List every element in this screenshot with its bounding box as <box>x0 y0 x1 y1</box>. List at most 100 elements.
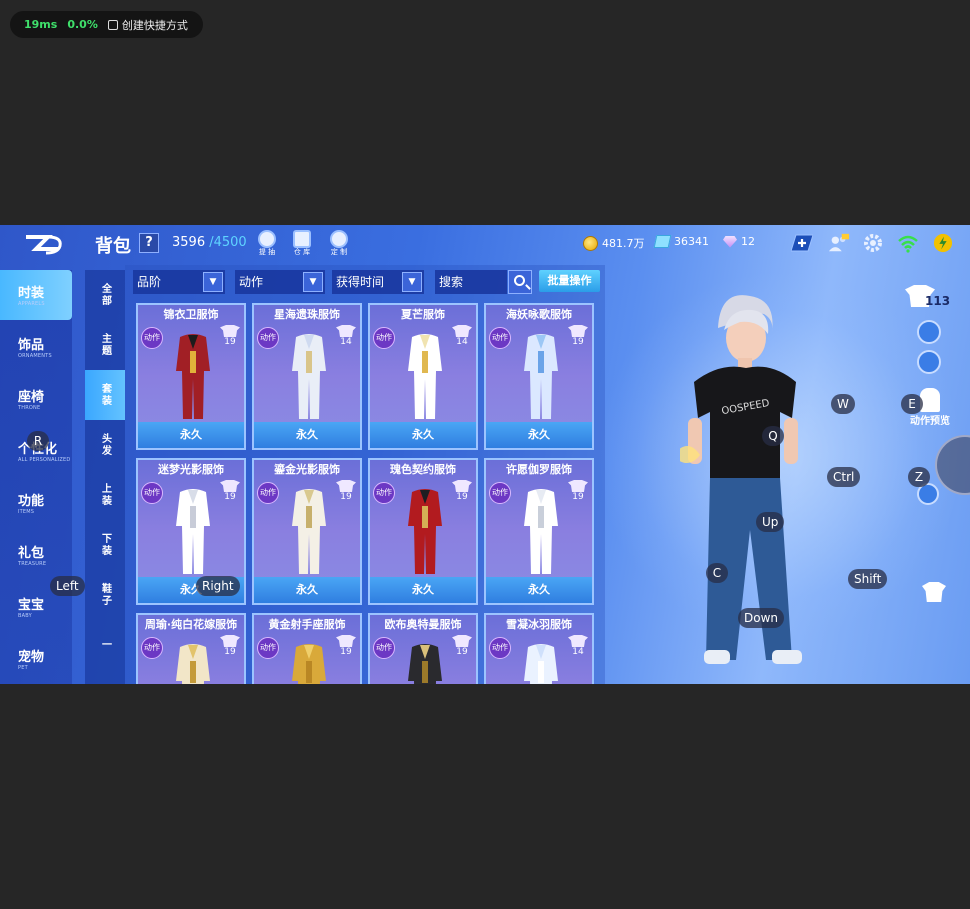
action-tag-badge: 动作 <box>489 482 511 504</box>
search-button[interactable] <box>508 270 532 294</box>
outfit-level-badge: 19 <box>567 325 589 347</box>
outfit-level: 19 <box>572 492 584 502</box>
ticket-icon <box>653 235 672 248</box>
action-tag-badge: 动作 <box>257 482 279 504</box>
draw-button[interactable]: 提 抽 <box>254 230 280 258</box>
add-currency-icon[interactable] <box>791 233 813 253</box>
sidebar-item-fashion[interactable]: 时装 APPARELS <box>0 270 72 320</box>
shirt-icon <box>336 635 356 647</box>
sidebar-item-items[interactable]: 功能 ITEMS <box>0 478 72 528</box>
key-hint-left[interactable]: Left <box>50 576 85 596</box>
outfit-level-badge: 19 <box>451 480 473 502</box>
key-hint-right[interactable]: Right <box>196 576 240 596</box>
outfit-level: 19 <box>224 647 236 657</box>
sidebar-item-label: 宝宝 <box>18 598 45 613</box>
key-hint-c[interactable]: C <box>706 563 728 583</box>
sidebar-item-label: 功能 <box>18 494 45 509</box>
diamond-icon <box>723 235 737 248</box>
ownership-status: 永久 <box>486 422 592 448</box>
outfit-level: 19 <box>340 647 352 657</box>
shirt-icon <box>452 480 472 492</box>
outfit-name: 周瑜·纯白花嫁服饰 <box>144 618 238 631</box>
search-placeholder: 搜索 <box>439 275 464 289</box>
shirt-icon <box>568 635 588 647</box>
tab-hair[interactable]: 头发 <box>85 420 125 470</box>
key-hint-down[interactable]: Down <box>738 608 785 628</box>
outfit-preview <box>176 644 210 684</box>
sidebar-item-label: 时装 <box>18 286 45 301</box>
tab-top[interactable]: 上装 <box>85 470 125 520</box>
key-hint-up[interactable]: Up <box>756 512 785 532</box>
shortcut-label: 创建快捷方式 <box>121 18 188 32</box>
coin-icon <box>583 235 598 251</box>
action-tag-badge: 动作 <box>489 327 511 349</box>
camera-button[interactable] <box>917 320 941 344</box>
warehouse-button[interactable]: 仓 库 <box>289 230 315 258</box>
wifi-signal-icon <box>898 235 918 253</box>
outfit-level-badge: 19 <box>567 480 589 502</box>
quality-filter-label: 品阶 <box>137 275 162 289</box>
action-tag-badge: 动作 <box>257 637 279 659</box>
tab-suit[interactable]: 套装 <box>85 370 125 420</box>
quality-filter[interactable]: 品阶 ▼ <box>133 270 225 294</box>
key-hint-shift[interactable]: Shift <box>848 569 888 589</box>
settings-gear-icon[interactable] <box>862 233 884 253</box>
sidebar-item-throne[interactable]: 座椅 THRONE <box>0 374 72 424</box>
tab-more[interactable]: 一 <box>85 620 125 670</box>
music-button[interactable] <box>917 350 941 374</box>
outfit-level-badge: 19 <box>219 480 241 502</box>
outfit-preview <box>524 334 558 419</box>
outfit-name: 夏芒服饰 <box>401 308 445 321</box>
key-hint-z[interactable]: Z <box>908 467 930 487</box>
sidebar-item-pet[interactable]: 宠物 PET <box>0 634 72 684</box>
page-title: 背包 <box>95 236 131 257</box>
key-hint-w[interactable]: W <box>831 394 855 414</box>
outfit-card[interactable]: 夏芒服饰 动作 14 永久 <box>368 303 478 450</box>
outfit-card[interactable]: 黄金射手座服饰 动作 19 <box>252 613 362 684</box>
friends-icon[interactable] <box>828 233 850 253</box>
game-logo-icon <box>26 235 62 255</box>
outfit-level-badge: 14 <box>451 325 473 347</box>
outfit-count-badge[interactable]: 113 <box>905 285 951 309</box>
outfit-card[interactable]: 欧布奥特曼服饰 动作 19 <box>368 613 478 684</box>
sidebar-item-treasure[interactable]: 礼包 TREASURE <box>0 530 72 580</box>
outfit-card[interactable]: 锦衣卫服饰 动作 19 永久 <box>136 303 246 450</box>
key-hint-q[interactable]: Q <box>762 426 784 446</box>
tab-shoes[interactable]: 鞋子 <box>85 570 125 620</box>
draw-label: 提 抽 <box>258 248 276 256</box>
time-filter[interactable]: 获得时间 ▼ <box>332 270 424 294</box>
ticket-currency: 36341 <box>653 235 709 248</box>
shirt-icon <box>336 325 356 337</box>
outfit-name: 许愿伽罗服饰 <box>506 463 572 476</box>
sidebar-item-ornaments[interactable]: 饰品 ORNAMENTS <box>0 322 72 372</box>
tab-bottom[interactable]: 下装 <box>85 520 125 570</box>
create-shortcut-button[interactable]: 创建快捷方式 <box>107 17 188 33</box>
key-hint-e[interactable]: E <box>901 394 923 414</box>
key-hint-r[interactable]: R <box>27 431 49 451</box>
sidebar-item-sublabel: ALL PERSONALIZED <box>18 457 71 463</box>
wardrobe-shirt-icon[interactable] <box>922 582 946 602</box>
action-filter[interactable]: 动作 ▼ <box>235 270 325 294</box>
outfit-card[interactable]: 鎏金光影服饰 动作 19 永久 <box>252 458 362 605</box>
action-preview-label: 动作预览 <box>910 416 950 427</box>
capacity-current: 3596 <box>172 235 206 250</box>
tab-all[interactable]: 全部 <box>85 270 125 320</box>
ownership-status: 永久 <box>254 577 360 603</box>
key-hint-ctrl[interactable]: Ctrl <box>827 467 861 487</box>
action-tag-badge: 动作 <box>373 327 395 349</box>
outfit-card[interactable]: 海妖咏歌服饰 动作 19 永久 <box>484 303 594 450</box>
help-button[interactable]: ? <box>139 233 159 253</box>
shirt-icon <box>568 325 588 337</box>
action-tag-badge: 动作 <box>141 327 163 349</box>
customize-button[interactable]: 定 制 <box>326 230 352 258</box>
outfit-card[interactable]: 雪凝冰羽服饰 动作 14 <box>484 613 594 684</box>
category-sidebar: 时装 APPARELS 饰品 ORNAMENTS 座椅 THRONE 个性化 A… <box>0 270 72 684</box>
batch-operation-button[interactable]: 批量操作 <box>539 270 600 292</box>
outfit-card[interactable]: 许愿伽罗服饰 动作 19 永久 <box>484 458 594 605</box>
outfit-card[interactable]: 周瑜·纯白花嫁服饰 动作 19 <box>136 613 246 684</box>
sidebar-item-label: 饰品 <box>18 338 45 353</box>
outfit-card[interactable]: 瑰色契约服饰 动作 19 永久 <box>368 458 478 605</box>
outfit-card[interactable]: 星海遗珠服饰 动作 14 永久 <box>252 303 362 450</box>
tab-theme[interactable]: 主题 <box>85 320 125 370</box>
search-input[interactable]: 搜索 <box>435 270 507 294</box>
